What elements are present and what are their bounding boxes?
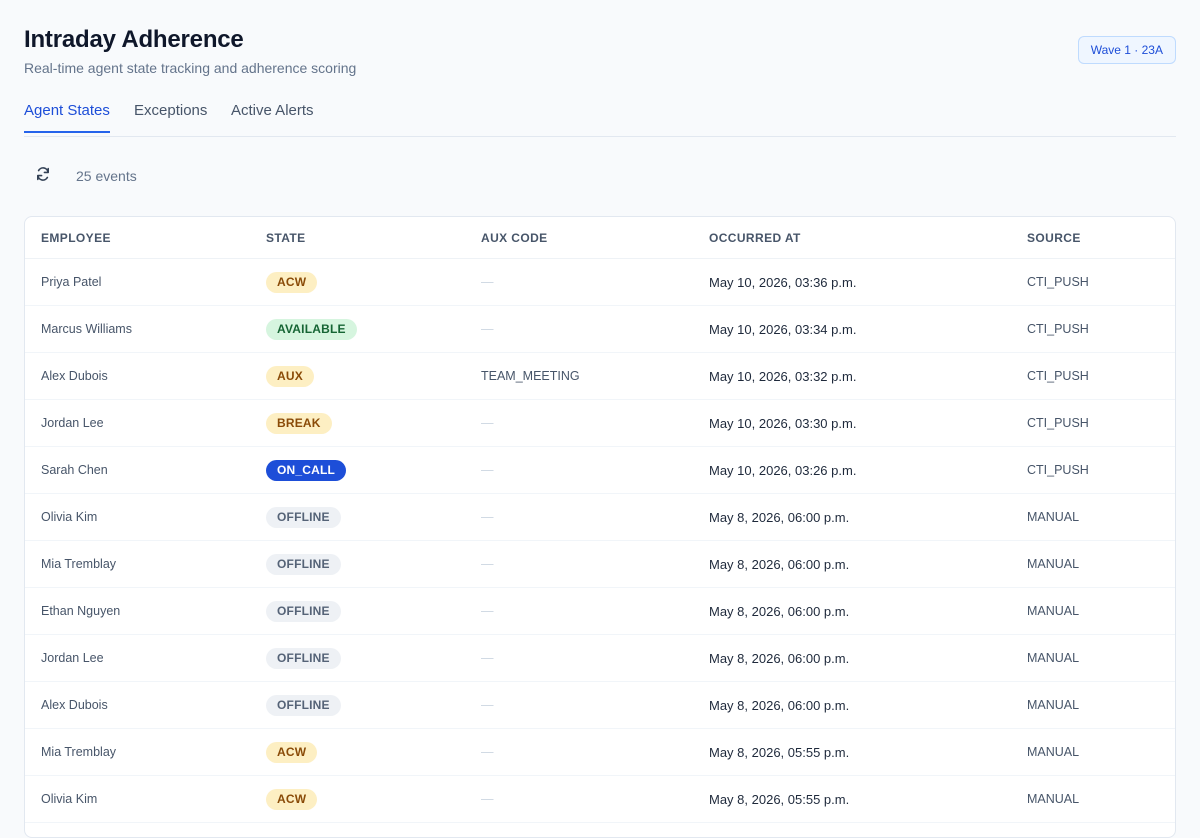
aux-code-cell: — [465, 399, 693, 447]
tab-active-alerts[interactable]: Active Alerts [231, 102, 314, 131]
column-header-aux-code[interactable]: AUX CODE [465, 217, 693, 259]
employee-cell: Ethan Nguyen [25, 587, 250, 635]
employee-cell: Sarah Chen [25, 446, 250, 494]
table-row[interactable]: Alex Dubois AUX TEAM_MEETING May 10, 2026, … [25, 352, 1175, 400]
refresh-button[interactable] [24, 158, 62, 194]
aux-code-cell: — [465, 728, 693, 776]
employee-cell: Mia Tremblay [25, 728, 250, 776]
employee-cell: Alex Dubois [25, 681, 250, 729]
occurred-at-cell: May 8, 2026, 06:00 p.m. [693, 634, 1011, 682]
state-badge: AVAILABLE [266, 318, 357, 340]
source-cell: CTI_PUSH [1011, 352, 1175, 400]
table-row[interactable]: Mia Tremblay OFFLINE — May 8, 2026, 06:00 p… [25, 540, 1175, 588]
state-badge: OFFLINE [266, 694, 341, 716]
table-row[interactable]: Ethan Nguyen OFFLINE — May 8, 2026, 06:00 p… [25, 587, 1175, 635]
tab-exceptions[interactable]: Exceptions [134, 102, 207, 131]
state-badge: OFFLINE [266, 506, 341, 528]
table-row[interactable]: Mia Tremblay ACW — May 8, 2026, 05:55 p.m. M… [25, 728, 1175, 776]
source-cell: CTI_PUSH [1011, 258, 1175, 306]
tab-bar: Agent States Exceptions Active Alerts [24, 92, 1176, 137]
aux-code-cell: — [465, 775, 693, 823]
source-cell: MANUAL [1011, 587, 1175, 635]
source-cell: MANUAL [1011, 728, 1175, 776]
event-count: 25 events [76, 168, 137, 184]
column-header-state[interactable]: STATE [250, 217, 465, 259]
table-header-row: EMPLOYEE STATE AUX CODE OCCURRED AT SOUR… [25, 217, 1175, 259]
aux-code-cell: — [465, 258, 693, 306]
occurred-at-cell: May 8, 2026, 06:00 p.m. [693, 493, 1011, 541]
occurred-at-cell: May 10, 2026, 03:36 p.m. [693, 258, 1011, 306]
aux-code-cell: — [465, 634, 693, 682]
table-row[interactable]: Olivia Kim ACW — May 8, 2026, 05:55 p.m. MAN… [25, 775, 1175, 823]
table-row[interactable]: Sarah Chen ON_CALL — May 10, 2026, 03:26 p.… [25, 446, 1175, 494]
state-badge: ACW [266, 271, 318, 293]
aux-code-cell: — [465, 540, 693, 588]
agent-states-table-card: EMPLOYEE STATE AUX CODE OCCURRED AT SOUR… [24, 216, 1176, 838]
column-header-occurred-at[interactable]: OCCURRED AT [693, 217, 1011, 259]
column-header-source[interactable]: SOURCE [1011, 217, 1175, 259]
employee-cell: Olivia Kim [25, 493, 250, 541]
page-header: Intraday Adherence Real-time agent state… [24, 24, 1176, 84]
refresh-icon [35, 166, 51, 187]
state-badge: BREAK [266, 412, 332, 434]
table-row[interactable]: Jordan Lee BREAK — May 10, 2026, 03:30 p.m.… [25, 399, 1175, 447]
source-cell: MANUAL [1011, 681, 1175, 729]
wave-badge: Wave 1 · 23A [1077, 36, 1176, 64]
source-cell: MANUAL [1011, 634, 1175, 682]
table-row[interactable]: Marcus Williams AVAILABLE — May 10, 2026, 0… [25, 305, 1175, 353]
table-row[interactable]: Alex Dubois OFFLINE — May 8, 2026, 06:00 p.… [25, 681, 1175, 729]
occurred-at-cell: May 10, 2026, 03:32 p.m. [693, 352, 1011, 400]
table-row[interactable]: Jordan Lee OFFLINE — May 8, 2026, 06:00 p.m… [25, 634, 1175, 682]
employee-cell: Priya Patel [25, 258, 250, 306]
table-body: Priya Patel ACW — May 10, 2026, 03:36 p.m. C… [25, 258, 1175, 823]
occurred-at-cell: May 8, 2026, 06:00 p.m. [693, 681, 1011, 729]
employee-cell: Olivia Kim [25, 775, 250, 823]
table-row[interactable]: Priya Patel ACW — May 10, 2026, 03:36 p.m. C… [25, 258, 1175, 306]
employee-cell: Jordan Lee [25, 634, 250, 682]
tab-agent-states[interactable]: Agent States [24, 102, 110, 133]
agent-states-table: EMPLOYEE STATE AUX CODE OCCURRED AT SOUR… [25, 217, 1175, 823]
state-badge: AUX [266, 365, 314, 387]
source-cell: CTI_PUSH [1011, 399, 1175, 447]
occurred-at-cell: May 8, 2026, 05:55 p.m. [693, 728, 1011, 776]
aux-code-cell: — [465, 305, 693, 353]
occurred-at-cell: May 10, 2026, 03:34 p.m. [693, 305, 1011, 353]
state-badge: OFFLINE [266, 647, 341, 669]
occurred-at-cell: May 10, 2026, 03:26 p.m. [693, 446, 1011, 494]
state-badge: OFFLINE [266, 553, 341, 575]
employee-cell: Alex Dubois [25, 352, 250, 400]
employee-cell: Jordan Lee [25, 399, 250, 447]
occurred-at-cell: May 8, 2026, 06:00 p.m. [693, 587, 1011, 635]
source-cell: CTI_PUSH [1011, 446, 1175, 494]
column-header-employee[interactable]: EMPLOYEE [25, 217, 250, 259]
state-badge: ACW [266, 788, 318, 810]
state-badge: OFFLINE [266, 600, 341, 622]
table-row[interactable]: Olivia Kim OFFLINE — May 8, 2026, 06:00 p.m… [25, 493, 1175, 541]
aux-code-cell: — [465, 446, 693, 494]
occurred-at-cell: May 10, 2026, 03:30 p.m. [693, 399, 1011, 447]
aux-code-cell: — [465, 681, 693, 729]
source-cell: MANUAL [1011, 493, 1175, 541]
aux-code-cell: TEAM_MEETING [465, 352, 693, 400]
employee-cell: Mia Tremblay [25, 540, 250, 588]
source-cell: MANUAL [1011, 540, 1175, 588]
employee-cell: Marcus Williams [25, 305, 250, 353]
occurred-at-cell: May 8, 2026, 05:55 p.m. [693, 775, 1011, 823]
occurred-at-cell: May 8, 2026, 06:00 p.m. [693, 540, 1011, 588]
aux-code-cell: — [465, 587, 693, 635]
state-badge: ON_CALL [266, 459, 347, 481]
aux-code-cell: — [465, 493, 693, 541]
page-subtitle: Real-time agent state tracking and adher… [24, 60, 357, 76]
source-cell: MANUAL [1011, 775, 1175, 823]
state-badge: ACW [266, 741, 318, 763]
page-title: Intraday Adherence [24, 26, 244, 53]
source-cell: CTI_PUSH [1011, 305, 1175, 353]
